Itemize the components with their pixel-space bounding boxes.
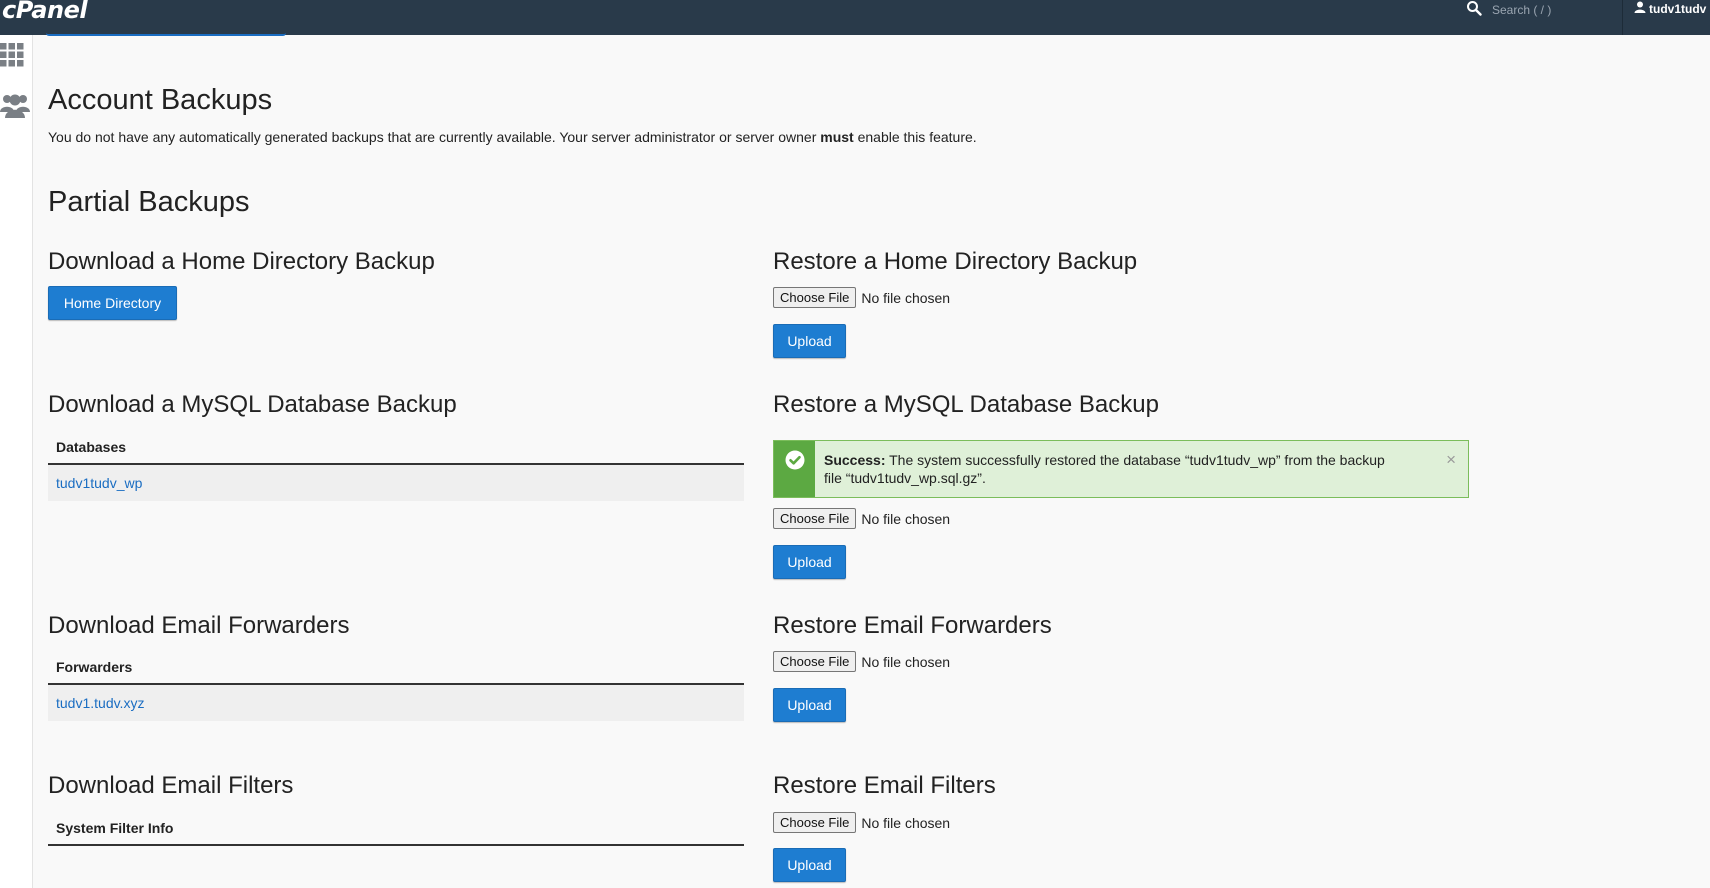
table-row[interactable]: tudv1tudv_wp [48,465,744,501]
collapsed-section-indicator [46,30,286,36]
sidebar-rail [0,35,33,888]
file-status: No file chosen [861,814,951,831]
file-status: No file chosen [861,653,951,670]
forwarders-download-heading: Download Email Forwarders [48,612,350,639]
filters-restore-file-input[interactable]: Choose File No file chosen [773,812,950,833]
table-header: Forwarders [48,650,744,685]
forwarders-restore-upload-button[interactable]: Upload [773,688,846,722]
table-header: System Filter Info [48,811,744,846]
home-restore-upload-button[interactable]: Upload [773,324,846,358]
mysql-restore-heading: Restore a MySQL Database Backup [773,391,1159,418]
cpanel-logo[interactable]: cPanel [2,0,88,24]
forwarders-table: Forwarders tudv1.tudv.xyz [48,650,744,721]
choose-file-button[interactable]: Choose File [773,287,857,308]
user-menu[interactable]: tudv1tudv [1634,0,1706,17]
choose-file-button[interactable]: Choose File [773,812,857,833]
databases-table: Databases tudv1tudv_wp [48,430,744,501]
mysql-restore-file-input[interactable]: Choose File No file chosen [773,508,950,529]
search-icon[interactable] [1466,0,1482,21]
filters-restore-heading: Restore Email Filters [773,772,996,799]
success-alert: Success: The system successfully restore… [773,440,1469,498]
mysql-restore-upload-button[interactable]: Upload [773,545,846,579]
filters-download-heading: Download Email Filters [48,772,294,799]
account-backups-description: You do not have any automatically genera… [48,129,977,145]
filters-restore-upload-button[interactable]: Upload [773,848,846,882]
file-status: No file chosen [861,289,951,306]
home-restore-heading: Restore a Home Directory Backup [773,248,1138,275]
choose-file-button[interactable]: Choose File [773,651,857,672]
alert-icon-box [774,441,815,497]
check-circle-icon [785,450,805,497]
partial-backups-heading: Partial Backups [48,186,250,218]
forwarders-restore-heading: Restore Email Forwarders [773,612,1052,639]
table-row[interactable]: tudv1.tudv.xyz [48,685,744,721]
alert-message: Success: The system successfully restore… [824,452,1385,486]
users-icon[interactable] [0,92,30,123]
user-icon [1634,1,1646,16]
account-backups-heading: Account Backups [48,84,273,116]
divider [1622,0,1623,35]
grid-icon[interactable] [0,43,24,72]
forwarders-restore-file-input[interactable]: Choose File No file chosen [773,651,950,672]
close-icon[interactable]: × [1446,450,1456,470]
filters-table: System Filter Info [48,811,744,846]
home-directory-download-button[interactable]: Home Directory [48,286,177,320]
file-status: No file chosen [861,510,951,527]
username[interactable]: tudv1tudv [1649,2,1706,16]
search-box[interactable]: Search ( / ) [1466,0,1551,20]
choose-file-button[interactable]: Choose File [773,508,857,529]
table-header: Databases [48,430,744,465]
home-restore-file-input[interactable]: Choose File No file chosen [773,287,950,308]
search-input[interactable]: Search ( / ) [1492,3,1551,17]
mysql-download-heading: Download a MySQL Database Backup [48,391,457,418]
home-download-heading: Download a Home Directory Backup [48,248,435,275]
